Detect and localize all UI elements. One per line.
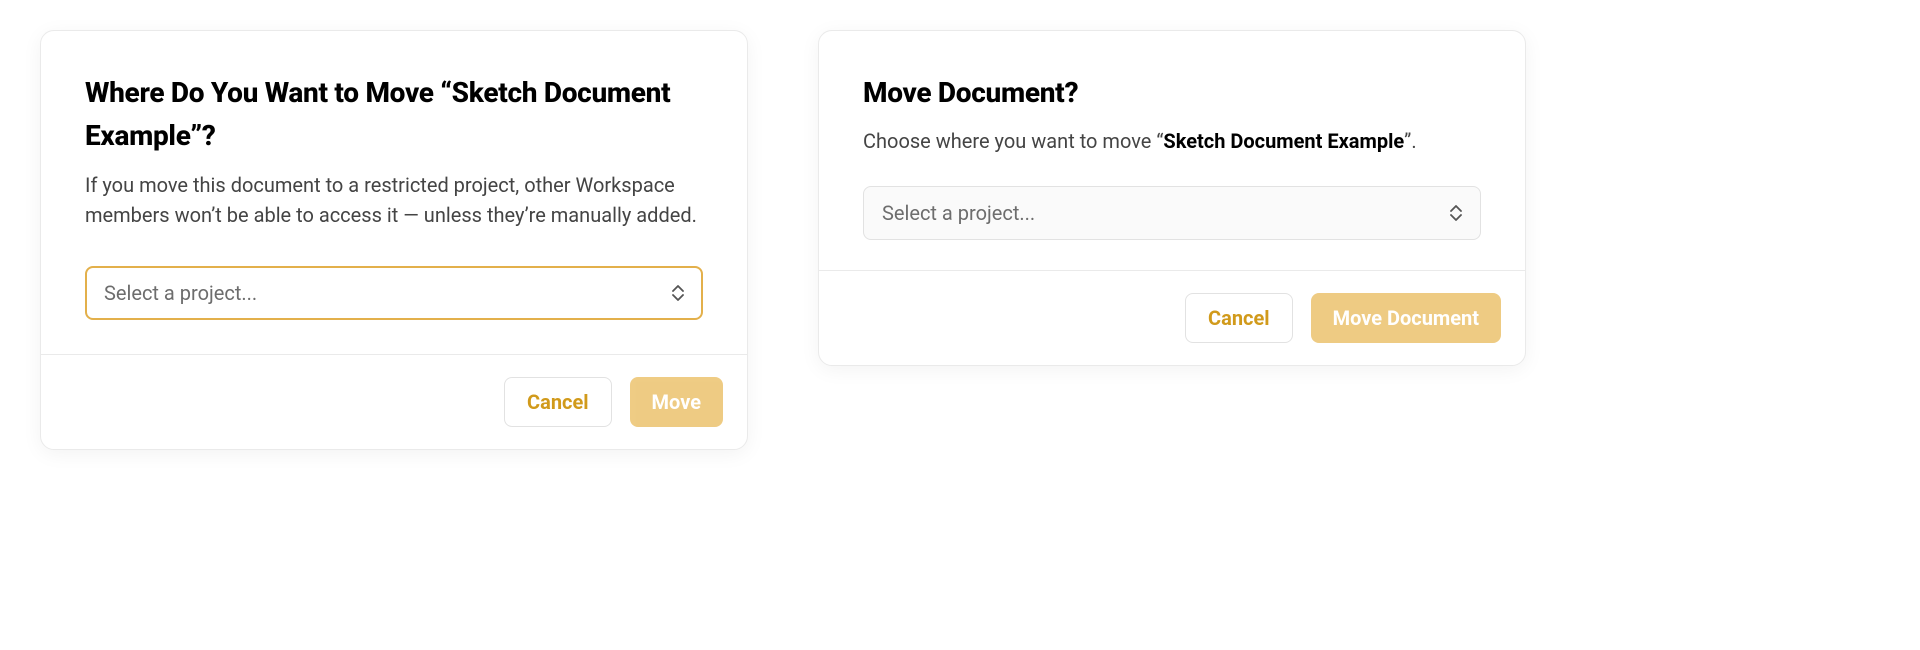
modal-description-prefix: Choose where you want to move “ bbox=[863, 129, 1163, 153]
modal-title: Move Document? bbox=[863, 71, 1481, 114]
modal-body: Move Document? Choose where you want to … bbox=[819, 31, 1525, 270]
project-select-placeholder: Select a project... bbox=[882, 201, 1035, 225]
project-select-placeholder: Select a project... bbox=[104, 281, 257, 305]
move-button[interactable]: Move bbox=[630, 377, 723, 427]
modal-footer: Cancel Move Document bbox=[819, 270, 1525, 365]
modal-description-suffix: ”. bbox=[1404, 129, 1416, 153]
move-document-modal-variant-b: Move Document? Choose where you want to … bbox=[818, 30, 1526, 366]
cancel-button[interactable]: Cancel bbox=[1185, 293, 1293, 343]
select-chevron-icon bbox=[1450, 205, 1462, 221]
project-select[interactable]: Select a project... bbox=[863, 186, 1481, 240]
modal-body: Where Do You Want to Move “Sketch Docume… bbox=[41, 31, 747, 354]
modal-description: Choose where you want to move “Sketch Do… bbox=[863, 126, 1481, 156]
project-select[interactable]: Select a project... bbox=[85, 266, 703, 320]
project-select-wrap: Select a project... bbox=[85, 266, 703, 320]
modal-title: Where Do You Want to Move “Sketch Docume… bbox=[85, 71, 703, 158]
modal-description-docname: Sketch Document Example bbox=[1163, 129, 1404, 153]
move-document-modal-variant-a: Where Do You Want to Move “Sketch Docume… bbox=[40, 30, 748, 450]
modal-footer: Cancel Move bbox=[41, 354, 747, 449]
select-chevron-icon bbox=[672, 285, 684, 301]
move-document-button[interactable]: Move Document bbox=[1311, 293, 1501, 343]
cancel-button[interactable]: Cancel bbox=[504, 377, 612, 427]
modal-description: If you move this document to a restricte… bbox=[85, 170, 703, 230]
project-select-wrap: Select a project... bbox=[863, 186, 1481, 240]
